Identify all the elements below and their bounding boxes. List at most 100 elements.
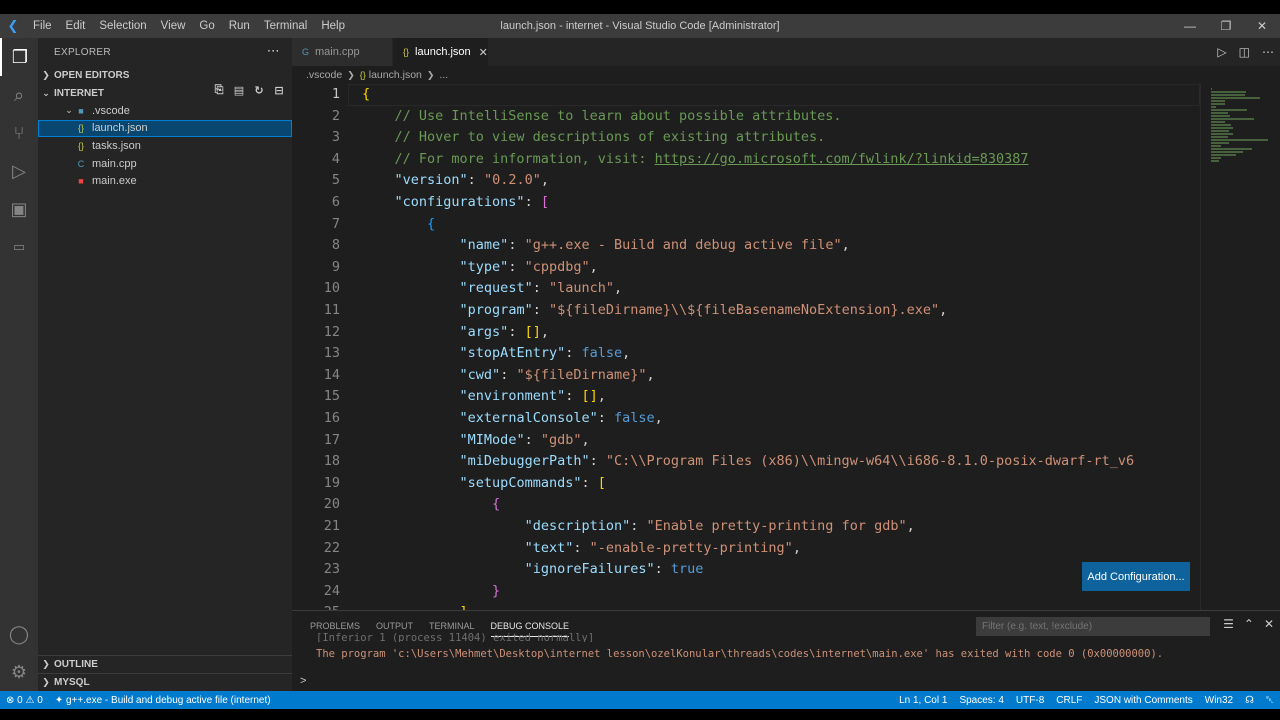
screen-top-border <box>0 0 1280 14</box>
minimap[interactable] <box>1200 84 1280 610</box>
code-token: [ <box>597 474 606 491</box>
code-line: "program": "${fileDirname}\\${fileBasena… <box>362 300 948 322</box>
breadcrumb-file[interactable]: launch.json <box>369 69 422 81</box>
explorer-icon[interactable]: ❐ <box>0 38 38 76</box>
menu-selection[interactable]: Selection <box>92 14 153 38</box>
code-token: : <box>589 453 606 470</box>
line-ending[interactable]: CRLF <box>1050 695 1088 706</box>
minimap-line <box>1211 109 1247 111</box>
code-line: } <box>362 581 500 603</box>
code-line: "version": "0.2.0", <box>362 170 549 192</box>
remote-explorer-icon[interactable]: ▭ <box>0 228 38 266</box>
console-line-exited: [Inferior 1 (process 11404) exited norma… <box>316 633 595 642</box>
account-icon[interactable]: ◯ <box>0 615 38 653</box>
add-configuration-button[interactable]: Add Configuration... <box>1082 562 1190 591</box>
minimap-line <box>1211 142 1229 144</box>
more-actions-icon[interactable]: ⋯ <box>1262 45 1274 59</box>
tree-item[interactable]: {} launch.json <box>38 119 292 138</box>
restore-icon[interactable]: ❐ <box>1208 14 1244 38</box>
folder-section[interactable]: ⌄ INTERNET ⎘ ▤ ↻ ⊟ <box>38 84 292 102</box>
code-token: : <box>524 194 541 210</box>
collapse-all-icon[interactable]: ⊟ <box>272 84 286 97</box>
console-line-program-exit: The program 'c:\Users\Mehmet\Desktop\int… <box>316 648 1164 660</box>
menu-run[interactable]: Run <box>222 14 257 38</box>
open-editors-label: OPEN EDITORS <box>54 69 130 81</box>
json-file-icon: {} <box>359 70 366 80</box>
cursor-position[interactable]: Ln 1, Col 1 <box>893 695 953 706</box>
more-actions-icon[interactable]: ⋯ <box>267 43 280 59</box>
feedback-icon[interactable]: ☊ <box>1239 695 1260 706</box>
tab-launch-json[interactable]: {} launch.json ✕ <box>393 38 489 66</box>
line-number: 25 <box>292 602 348 610</box>
close-tab-icon[interactable]: ✕ <box>479 46 488 59</box>
notifications-icon[interactable]: ␇ <box>1260 695 1280 706</box>
run-debug-icon[interactable]: ▷ <box>0 152 38 190</box>
code-editor[interactable]: 1234567891011121314151617181920212223242… <box>292 84 1280 610</box>
mysql-section[interactable]: ❯ MYSQL <box>38 673 292 691</box>
breadcrumb-folder[interactable]: .vscode <box>306 69 342 81</box>
explorer-title-text: EXPLORER <box>54 46 111 58</box>
mysql-label: MYSQL <box>54 677 90 688</box>
tree-item[interactable]: ■ main.exe <box>38 172 292 190</box>
tree-item[interactable]: {} tasks.json <box>38 137 292 155</box>
breadcrumb-symbol[interactable]: ... <box>439 69 448 81</box>
outline-section[interactable]: ❯ OUTLINE <box>38 655 292 673</box>
language-mode[interactable]: JSON with Comments <box>1088 695 1198 706</box>
settings-gear-icon[interactable]: ⚙ <box>0 653 38 691</box>
indentation[interactable]: Spaces: 4 <box>953 695 1009 706</box>
run-icon[interactable]: ▷ <box>1217 45 1226 59</box>
code-token: : <box>532 280 549 297</box>
code-token: "${fileDirname}\\${fileBasenameNoExtensi… <box>548 302 940 318</box>
split-editor-icon[interactable]: ◫ <box>1239 45 1250 59</box>
status-bar-right: Ln 1, Col 1 Spaces: 4 UTF-8 CRLF JSON wi… <box>893 691 1280 709</box>
maximize-panel-icon[interactable]: ⌃ <box>1244 617 1254 631</box>
title-bar: ❮ File Edit Selection View Go Run Terminal Help… <box>0 14 1280 38</box>
minimap-line <box>1211 151 1244 153</box>
minimize-icon[interactable]: ― <box>1172 14 1208 38</box>
code-token: : <box>532 302 549 318</box>
editor-tabs: Gmain.cpp {} launch.json ✕ <box>292 38 489 66</box>
tab-label: launch.json <box>415 46 471 58</box>
console-prompt[interactable]: > <box>300 675 306 687</box>
menu-help[interactable]: Help <box>314 14 352 38</box>
line-number: 10 <box>323 280 340 297</box>
problems-status[interactable]: ⊗ 0 ⚠ 0 <box>0 695 49 706</box>
code-line: "text": "-enable-pretty-printing", <box>362 538 801 560</box>
extensions-icon[interactable]: ▣ <box>0 190 38 228</box>
minimap-line <box>1211 157 1222 159</box>
console-filter-input[interactable] <box>976 617 1210 636</box>
search-icon[interactable]: ⌕ <box>0 76 38 114</box>
code-line: // Use IntelliSense to learn about possi… <box>362 106 842 128</box>
open-editors-section[interactable]: ❯ OPEN EDITORS <box>38 66 292 84</box>
line-number: 16 <box>323 410 340 426</box>
menu-file[interactable]: File <box>26 14 59 38</box>
new-file-icon[interactable]: ⎘ <box>212 84 226 97</box>
close-window-icon[interactable]: ✕ <box>1244 14 1280 38</box>
minimap-line <box>1211 133 1234 135</box>
tree-item[interactable]: Cmain.cpp <box>38 155 292 173</box>
new-folder-icon[interactable]: ▤ <box>232 84 246 97</box>
menu-go[interactable]: Go <box>192 14 221 38</box>
tree-item[interactable]: ⌄ ■ .vscode <box>38 102 292 120</box>
menu-edit[interactable]: Edit <box>59 14 93 38</box>
clear-console-icon[interactable]: ☰ <box>1223 617 1234 631</box>
platform[interactable]: Win32 <box>1199 695 1239 706</box>
encoding[interactable]: UTF-8 <box>1010 695 1050 706</box>
code-line: // For more information, visit: https://… <box>362 149 1029 171</box>
source-control-icon[interactable]: ⑂ <box>0 114 38 152</box>
tab-main-cpp[interactable]: Gmain.cpp <box>292 38 393 66</box>
menu-terminal[interactable]: Terminal <box>257 14 314 38</box>
debug-config-status[interactable]: ✦ g++.exe - Build and debug active file … <box>49 695 277 706</box>
code-token: { <box>427 215 436 232</box>
close-panel-icon[interactable]: ✕ <box>1264 617 1274 631</box>
menu-view[interactable]: View <box>154 14 193 38</box>
refresh-icon[interactable]: ↻ <box>252 84 266 97</box>
code-token: [ <box>540 194 549 210</box>
chevron-down-icon: ⌄ <box>65 105 73 116</box>
chevron-right-icon: ❯ <box>426 69 435 80</box>
window-controls: ― ❐ ✕ <box>1172 14 1280 38</box>
